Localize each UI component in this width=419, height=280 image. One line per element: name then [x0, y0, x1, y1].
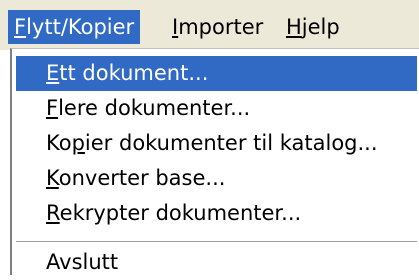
menu-item-kopier-dokumenter-accel: p: [71, 131, 85, 155]
menu-item-avslutt-label: Avslutt: [46, 250, 119, 274]
menu-separator: [16, 241, 417, 243]
menu-item-kopier-dokumenter-label: ier dokumenter til katalog...: [84, 131, 378, 155]
menu-item-rekrypter-dokumenter-label: ekrypter dokumenter...: [59, 201, 302, 225]
menu-item-flere-dokumenter-label: lere dokumenter...: [58, 96, 251, 120]
menu-item-flere-dokumenter-accel: F: [46, 96, 59, 120]
menu-item-rekrypter-dokumenter-accel: R: [46, 201, 60, 225]
menu-item-ett-dokument-label: tt dokument...: [59, 61, 209, 85]
menubar: Flytt/Kopier Importer Hjelp: [0, 0, 419, 50]
menu-hjelp[interactable]: Hjelp: [280, 10, 346, 44]
flytt-kopier-dropdown: Ett dokument... Flere dokumenter... Kopi…: [10, 48, 419, 275]
menu-flytt-kopier-accel: F: [14, 15, 27, 39]
menu-item-flere-dokumenter[interactable]: Flere dokumenter...: [16, 91, 417, 126]
menu-importer[interactable]: Importer: [166, 10, 269, 44]
menu-flytt-kopier[interactable]: Flytt/Kopier: [8, 10, 141, 44]
menu-item-konverter-base[interactable]: Konverter base...: [16, 161, 417, 196]
menu-hjelp-accel: H: [286, 15, 302, 39]
menu-item-ett-dokument-accel: E: [46, 61, 60, 85]
menu-item-kopier-dokumenter-pre: Ko: [46, 131, 72, 155]
menu-hjelp-label: jelp: [301, 15, 340, 39]
menu-item-ett-dokument[interactable]: Ett dokument...: [16, 56, 417, 91]
menu-item-kopier-dokumenter[interactable]: Kopier dokumenter til katalog...: [16, 126, 417, 161]
menu-item-konverter-base-label: onverter base...: [58, 166, 226, 190]
menu-flytt-kopier-label: lytt/Kopier: [26, 15, 135, 39]
menu-item-konverter-base-accel: K: [46, 166, 59, 190]
menu-item-rekrypter-dokumenter[interactable]: Rekrypter dokumenter...: [16, 196, 417, 231]
menu-importer-label: mporter: [178, 15, 264, 39]
